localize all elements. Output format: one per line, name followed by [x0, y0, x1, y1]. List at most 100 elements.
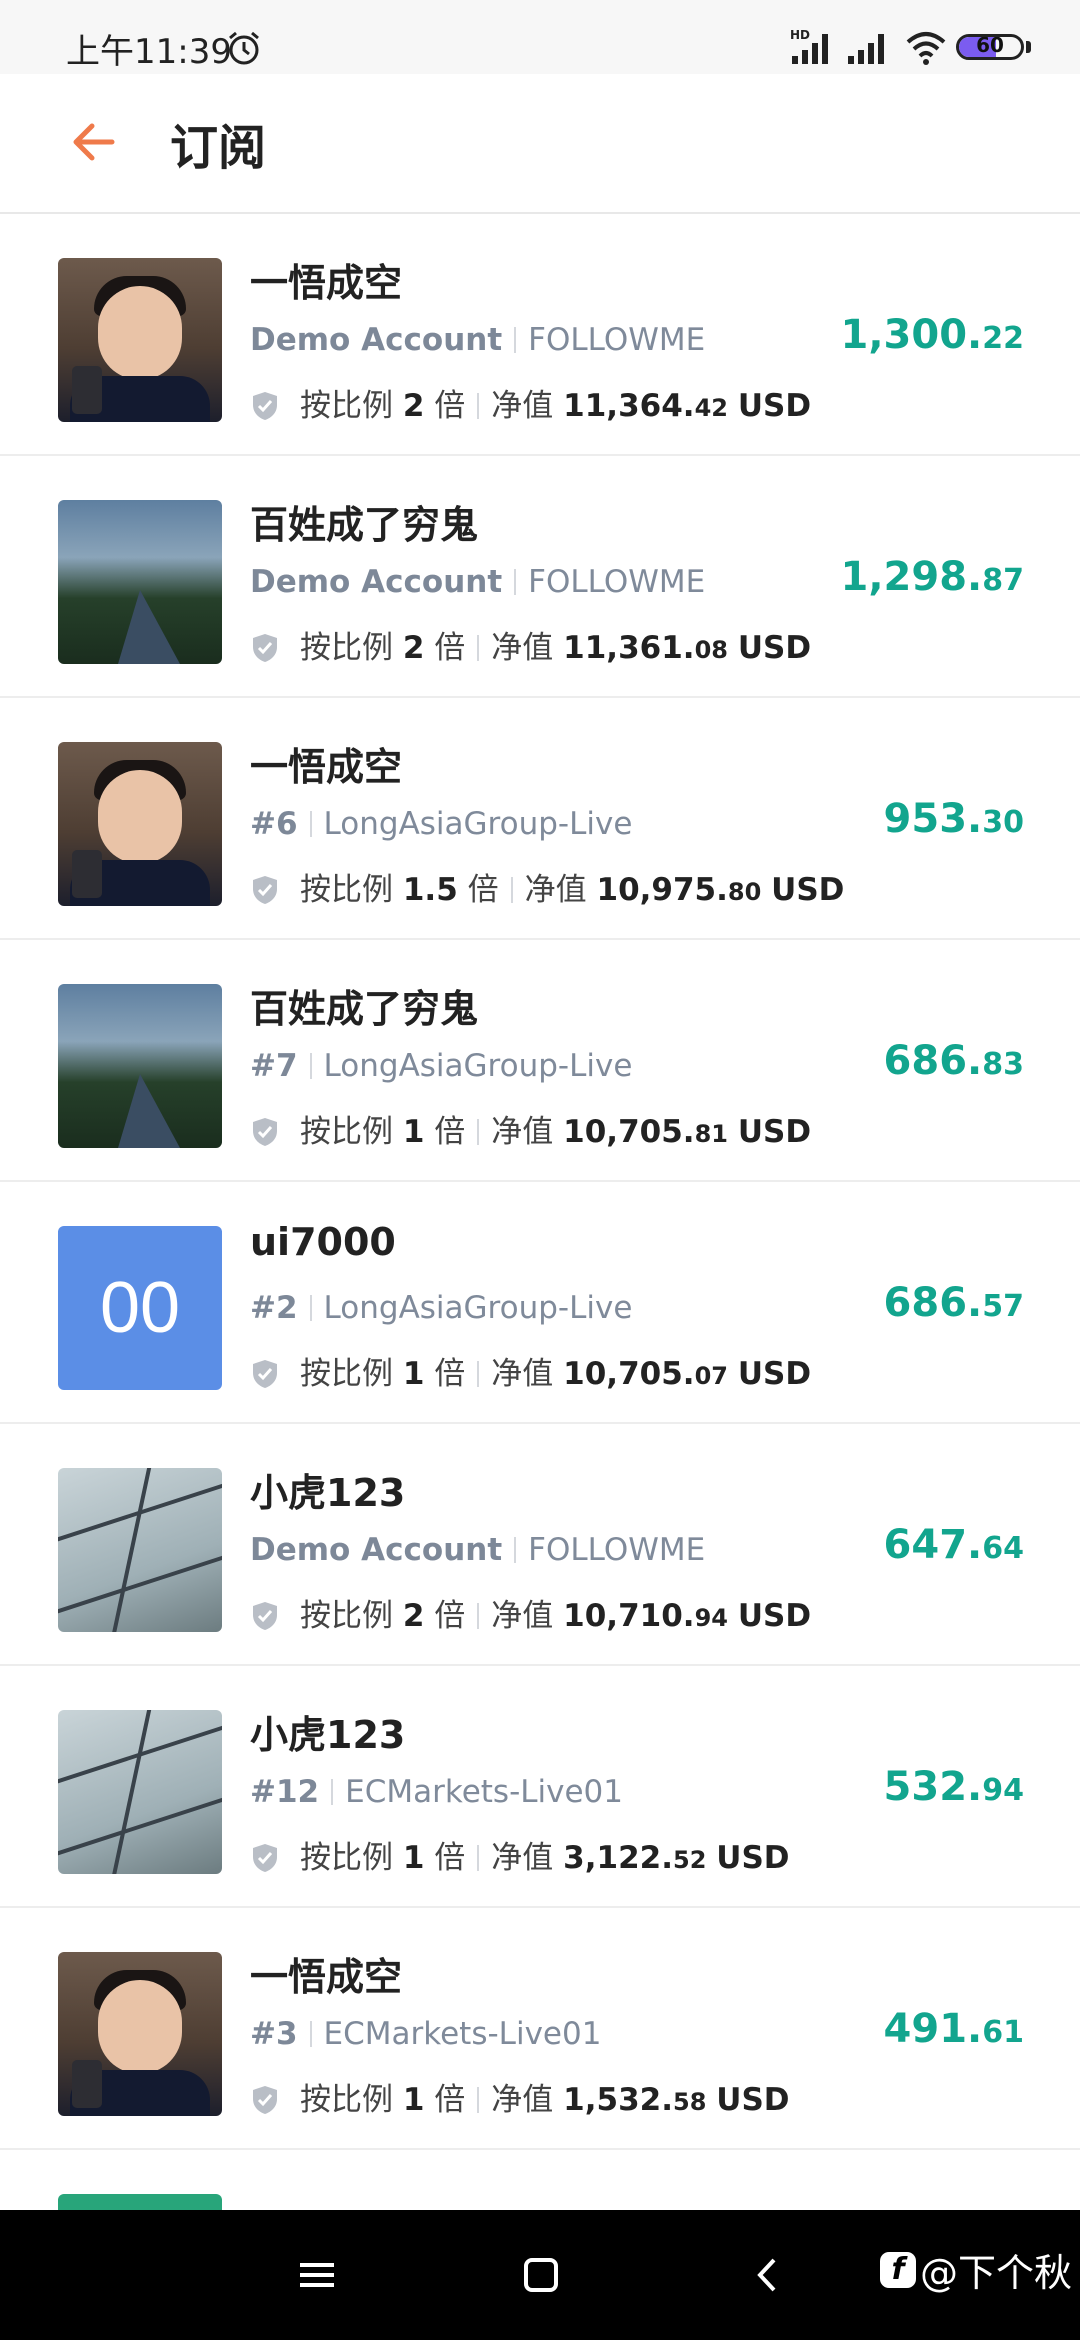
subscription-row[interactable]: 小虎123 #12 ECMarkets-Live01 按比例 1 倍净值 3,122.…: [0, 1666, 1080, 1908]
home-square-icon[interactable]: [516, 2250, 566, 2300]
ratio-label: 按比例: [300, 630, 393, 666]
menu-icon[interactable]: [292, 2250, 342, 2300]
status-time: 上午11:39: [66, 32, 232, 72]
account-meta: Demo Account FOLLOWME: [250, 564, 705, 600]
divider: [477, 1603, 480, 1629]
ratio-value: 1.5: [402, 872, 458, 908]
broker-name: FOLLOWME: [528, 322, 706, 358]
ratio-value: 2: [402, 388, 425, 424]
equity-label: 净值: [491, 630, 554, 666]
avatar[interactable]: [58, 1468, 222, 1632]
shield-icon: [250, 1116, 280, 1148]
equity-label: 净值: [491, 1840, 554, 1876]
ratio-label: 按比例: [300, 1840, 393, 1876]
shield-icon: [250, 1842, 280, 1874]
trader-name: 一悟成空: [250, 1955, 403, 1999]
ratio-value: 2: [402, 1598, 425, 1634]
currency: USD: [737, 1356, 812, 1392]
account-meta: #2 LongAsiaGroup-Live: [250, 1290, 632, 1326]
app-header: 订阅: [0, 74, 1080, 214]
ratio-label: 按比例: [300, 872, 393, 908]
shield-icon: [250, 2084, 280, 2116]
profit-decimals: 22: [982, 321, 1024, 356]
nav-back-icon[interactable]: [744, 2250, 794, 2300]
equity-label: 净值: [491, 1598, 554, 1634]
broker-name: ECMarkets-Live01: [345, 1774, 624, 1810]
subscription-row[interactable]: 小虎123 Demo Account FOLLOWME 按比例 2 倍净值 10,71…: [0, 1424, 1080, 1666]
avatar[interactable]: [58, 1710, 222, 1874]
wifi-icon: [906, 32, 946, 65]
equity-decimals: 42: [694, 394, 728, 422]
profit-integer: 647.: [883, 1522, 983, 1568]
equity-value: 10,710.: [563, 1598, 695, 1634]
ratio-label: 按比例: [300, 1598, 393, 1634]
watermark-logo: f: [879, 2251, 916, 2288]
equity-value: 11,364.: [563, 388, 695, 424]
broker-name: LongAsiaGroup-Live: [323, 1290, 633, 1326]
currency: USD: [716, 2082, 790, 2118]
equity-value: 10,705.: [563, 1356, 695, 1392]
status-bar: 上午11:39 HD 60: [0, 0, 1080, 74]
currency: USD: [737, 1598, 812, 1634]
follow-detail: 按比例 1.5 倍净值 10,975.80 USD: [250, 864, 844, 909]
avatar[interactable]: [58, 742, 222, 906]
ratio-unit: 倍: [434, 388, 466, 424]
equity-decimals: 58: [673, 2088, 707, 2116]
profit-value: 532.94: [884, 1764, 1024, 1810]
ratio-value: 1: [402, 1840, 425, 1876]
ratio-label: 按比例: [300, 1356, 393, 1392]
avatar[interactable]: [58, 500, 222, 664]
account-meta: Demo Account FOLLOWME: [250, 1532, 705, 1568]
divider: [309, 1295, 312, 1321]
trader-name: 一悟成空: [250, 745, 403, 789]
subscription-list: 一悟成空 Demo Account FOLLOWME 按比例 2 倍净值 11,364…: [0, 214, 1080, 2214]
account-tag: #2: [250, 1290, 298, 1326]
back-arrow-icon[interactable]: [66, 112, 126, 172]
subscription-row[interactable]: 一悟成空 #6 LongAsiaGroup-Live 按比例 1.5 倍净值 10,9…: [0, 698, 1080, 940]
subscription-row[interactable]: 百姓成了穷鬼 #7 LongAsiaGroup-Live 按比例 1 倍净值 10,7…: [0, 940, 1080, 1182]
divider: [514, 569, 517, 595]
trader-name: ui7000: [250, 1220, 396, 1264]
ratio-value: 2: [402, 630, 425, 666]
account-tag: #12: [250, 1774, 320, 1810]
follow-detail: 按比例 2 倍净值 11,364.42 USD: [250, 380, 811, 425]
profit-value: 686.57: [884, 1280, 1024, 1326]
ratio-unit: 倍: [434, 1840, 466, 1876]
account-meta: #12 ECMarkets-Live01: [250, 1774, 623, 1810]
equity-label: 净值: [524, 872, 587, 908]
subscription-row-partial[interactable]: [0, 2150, 1080, 2214]
subscription-row[interactable]: 00 ui7000 #2 LongAsiaGroup-Live 按比例 1 倍净值 10…: [0, 1182, 1080, 1424]
account-meta: #7 LongAsiaGroup-Live: [250, 1048, 632, 1084]
follow-detail: 按比例 1 倍净值 3,122.52 USD: [250, 1832, 790, 1877]
equity-value: 3,122.: [563, 1840, 673, 1876]
profit-decimals: 30: [982, 805, 1024, 840]
profit-value: 1,298.87: [841, 554, 1024, 600]
page-title: 订阅: [170, 120, 267, 176]
equity-label: 净值: [491, 2082, 554, 2118]
battery-level: 60: [976, 34, 1004, 57]
divider: [309, 811, 312, 837]
follow-detail: 按比例 1 倍净值 1,532.58 USD: [250, 2074, 790, 2119]
profit-value: 953.30: [884, 796, 1024, 842]
divider: [477, 2087, 480, 2113]
broker-name: FOLLOWME: [528, 564, 706, 600]
ratio-unit: 倍: [434, 2082, 466, 2118]
profit-decimals: 94: [982, 1773, 1024, 1808]
broker-name: LongAsiaGroup-Live: [323, 1048, 633, 1084]
divider: [477, 393, 480, 419]
avatar[interactable]: [58, 258, 222, 422]
profit-integer: 1,300.: [840, 312, 983, 358]
avatar[interactable]: 00: [58, 1226, 222, 1390]
equity-value: 1,532.: [563, 2082, 673, 2118]
subscription-row[interactable]: 一悟成空 #3 ECMarkets-Live01 按比例 1 倍净值 1,532.58…: [0, 1908, 1080, 2150]
avatar[interactable]: [58, 1952, 222, 2116]
divider: [309, 2021, 312, 2047]
profit-integer: 532.: [883, 1764, 983, 1810]
profit-decimals: 87: [982, 563, 1024, 598]
subscription-row[interactable]: 百姓成了穷鬼 Demo Account FOLLOWME 按比例 2 倍净值 11,3…: [0, 456, 1080, 698]
follow-detail: 按比例 1 倍净值 10,705.81 USD: [250, 1106, 811, 1151]
avatar[interactable]: [58, 984, 222, 1148]
alarm-icon: [229, 31, 259, 65]
ratio-unit: 倍: [434, 630, 466, 666]
subscription-row[interactable]: 一悟成空 Demo Account FOLLOWME 按比例 2 倍净值 11,364…: [0, 214, 1080, 456]
